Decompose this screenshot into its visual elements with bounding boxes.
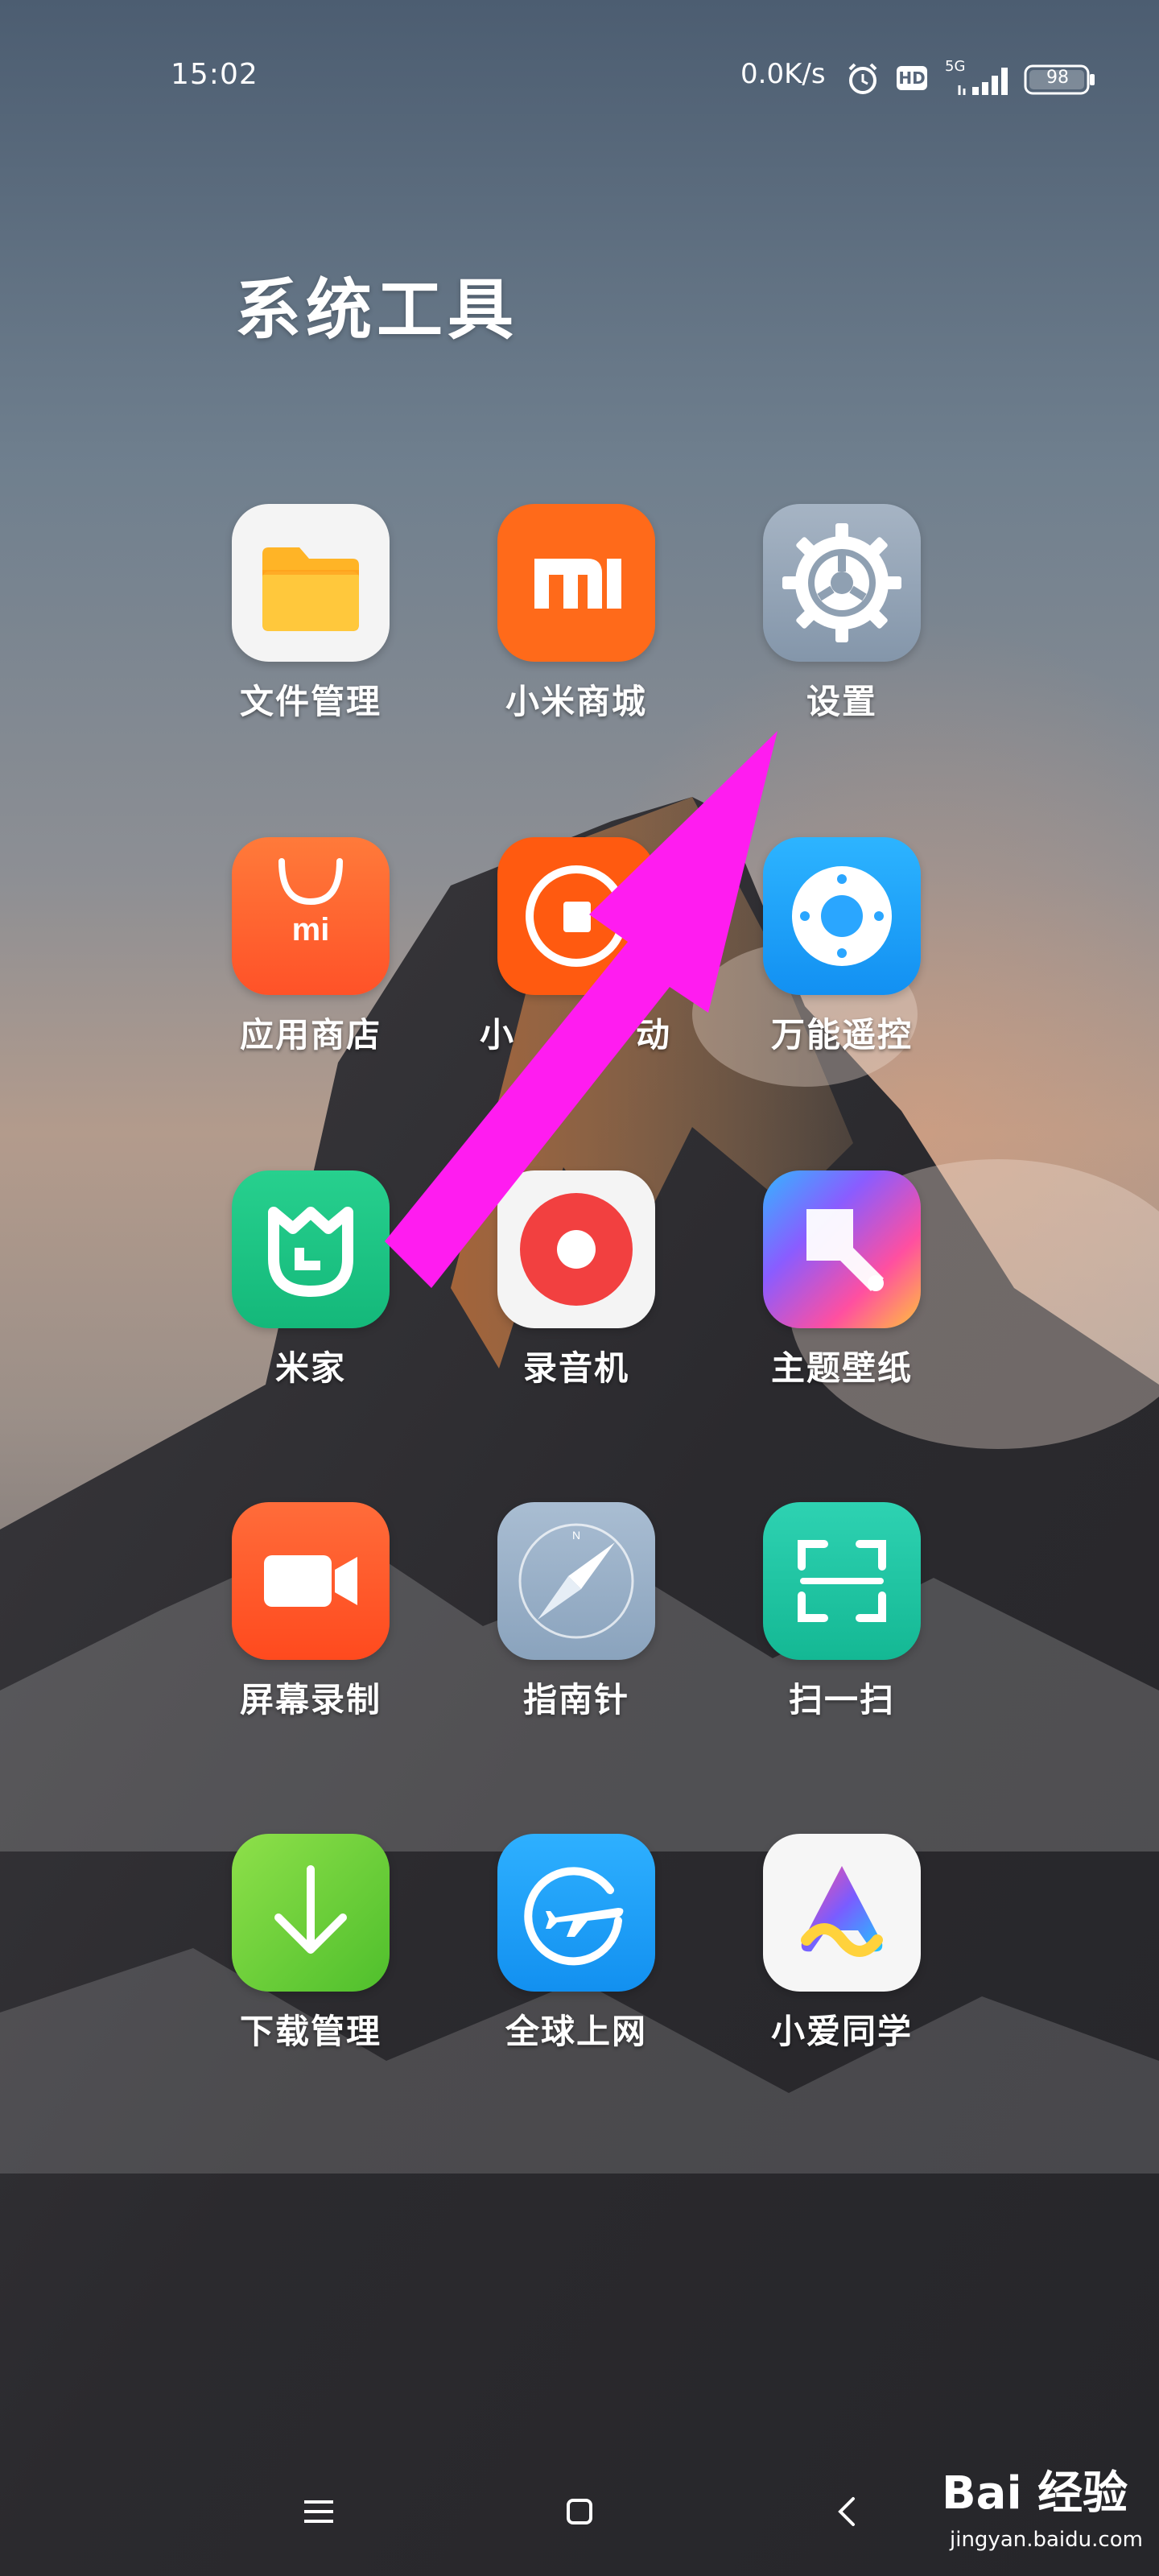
net-speed: 0.0K/s <box>740 58 826 90</box>
mi-logo-icon <box>497 504 655 662</box>
baidu-watermark: Bai 经验 jingyan.baidu.com <box>885 2447 1143 2568</box>
app-label: 小爱同学 <box>770 2012 913 2051</box>
app-label: 主题壁纸 <box>770 1348 913 1388</box>
app-xiaoai[interactable]: 小爱同学 <box>737 1834 947 2054</box>
app-global-internet[interactable]: 全球上网 <box>472 1834 681 2054</box>
watermark-logo: Bai 经验 <box>942 2467 1128 2520</box>
xiaoai-icon <box>763 1834 921 1992</box>
app-app-store[interactable]: mi 应用商店 <box>206 837 415 1057</box>
scan-icon <box>763 1502 921 1660</box>
app-label: 录音机 <box>522 1348 629 1388</box>
app-label: 下载管理 <box>239 2012 382 2051</box>
status-bar: 15:02 0.0K/s HD 5G 98 <box>0 0 1159 153</box>
app-recorder[interactable]: 录音机 <box>472 1170 681 1390</box>
app-label-end: 动 <box>636 1015 672 1055</box>
app-file-manager[interactable]: 文件管理 <box>206 504 415 724</box>
app-mi-store[interactable]: 小米商城 <box>472 504 681 724</box>
download-icon <box>232 1834 390 1992</box>
app-label: 全球上网 <box>505 2012 647 2051</box>
app-label-start: 小 <box>480 1015 516 1055</box>
app-label-left: 小动 <box>472 1008 681 1057</box>
app-mijia[interactable]: 米家 <box>206 1170 415 1390</box>
app-downloads[interactable]: 下载管理 <box>206 1834 415 2054</box>
app-label: 应用商店 <box>239 1015 382 1055</box>
app-screen-recorder[interactable]: 屏幕录制 <box>206 1502 415 1722</box>
watermark-url: jingyan.baidu.com <box>950 2528 1143 2552</box>
app-themes[interactable]: 主题壁纸 <box>737 1170 947 1390</box>
svg-text:N: N <box>572 1529 580 1542</box>
compass-icon: N <box>497 1502 655 1660</box>
app-label: 万能遥控 <box>770 1015 913 1055</box>
mi-sport-icon <box>497 837 655 995</box>
app-compass[interactable]: N 指南针 <box>472 1502 681 1722</box>
gear-icon <box>763 504 921 662</box>
app-label: 指南针 <box>522 1680 629 1719</box>
app-label: 设置 <box>806 682 877 721</box>
app-grid: 文件管理 小米商城 设置 mi 应用商店 小 动 万能遥控 米家 录音机 主题壁… <box>0 0 1159 2576</box>
app-settings[interactable]: 设置 <box>737 504 947 724</box>
back-icon[interactable] <box>823 2487 871 2536</box>
menu-icon[interactable] <box>295 2487 343 2536</box>
recorder-icon <box>497 1170 655 1328</box>
signal-strength-icon <box>958 68 1008 95</box>
svg-text:mi: mi <box>292 912 330 947</box>
mijia-icon <box>232 1170 390 1328</box>
remote-icon <box>763 837 921 995</box>
alarm-clock-icon <box>848 63 877 94</box>
shopping-bag-icon: mi <box>232 837 390 995</box>
paint-brush-icon <box>763 1170 921 1328</box>
app-label: 文件管理 <box>239 682 382 721</box>
battery-level: 98 <box>1046 68 1069 88</box>
hd-badge: HD <box>897 66 927 90</box>
app-mi-sport[interactable]: 小动 <box>472 837 681 1057</box>
app-label: 小米商城 <box>505 682 647 721</box>
app-label: 屏幕录制 <box>239 1680 382 1719</box>
home-icon[interactable] <box>555 2487 604 2536</box>
airplane-globe-icon <box>497 1834 655 1992</box>
folder-title: 系统工具 <box>235 271 519 349</box>
app-label: 扫一扫 <box>788 1680 895 1719</box>
folder-icon <box>232 504 390 662</box>
status-time: 15:02 <box>171 58 258 91</box>
app-remote-control[interactable]: 万能遥控 <box>737 837 947 1057</box>
app-label: 米家 <box>274 1348 346 1388</box>
video-camera-icon <box>232 1502 390 1660</box>
app-scanner[interactable]: 扫一扫 <box>737 1502 947 1722</box>
